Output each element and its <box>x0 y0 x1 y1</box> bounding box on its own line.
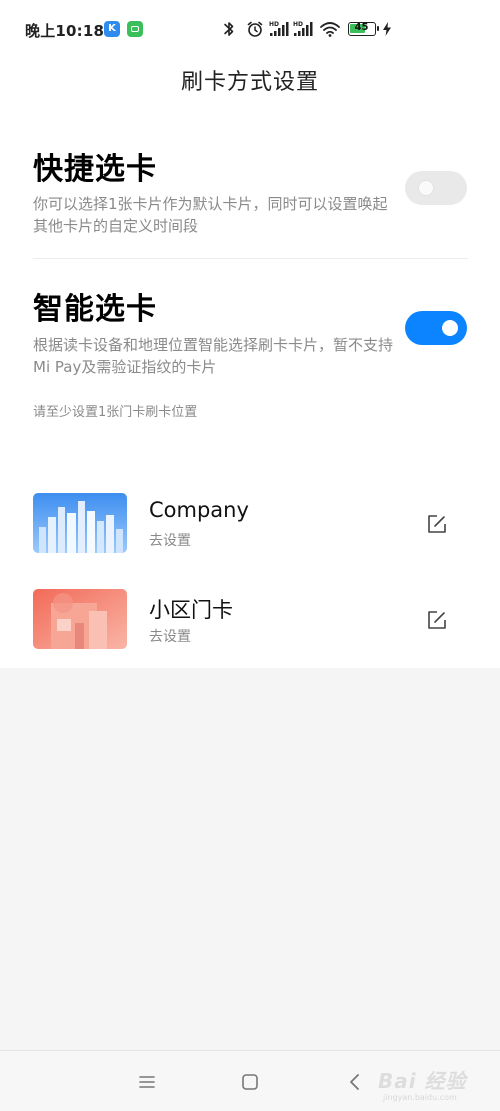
card-name: Company <box>149 498 249 522</box>
quick-select-description: 你可以选择1张卡片作为默认卡片，同时可以设置唤起其他卡片的自定义时间段 <box>33 195 388 235</box>
app-wechat-icon <box>127 21 143 37</box>
quick-select-title: 快捷选卡 <box>33 152 157 187</box>
svg-text:HD: HD <box>269 21 279 28</box>
screen: 晚上10:18 K HD HD 45 刷卡方式设置 快捷选卡 你可以选择1张卡片… <box>0 0 500 1111</box>
status-bar: 晚上10:18 K HD HD 45 <box>0 0 500 58</box>
community-card-thumbnail <box>33 589 127 649</box>
watermark-text: Bai 经验 <box>378 1069 467 1093</box>
smart-select-hint: 请至少设置1张门卡刷卡位置 <box>33 405 198 420</box>
menu-icon[interactable] <box>136 1071 158 1093</box>
signal-hd-icon: HD <box>293 21 313 36</box>
company-card-thumbnail <box>33 493 127 553</box>
bluetooth-icon <box>224 22 234 36</box>
battery-icon: 45 <box>348 22 379 36</box>
card-setup-link[interactable]: 去设置 <box>149 626 191 646</box>
wifi-icon <box>320 22 340 37</box>
card-row-community[interactable]: 小区门卡 去设置 <box>0 589 500 659</box>
toggle-knob <box>442 320 458 336</box>
svg-text:HD: HD <box>293 21 303 28</box>
home-icon[interactable] <box>239 1071 261 1093</box>
divider <box>33 258 468 259</box>
watermark-url: jingyan.baidu.com <box>383 1093 457 1102</box>
charging-icon <box>383 22 391 36</box>
card-setup-link[interactable]: 去设置 <box>149 530 191 550</box>
edit-icon[interactable] <box>426 513 448 535</box>
alarm-icon <box>247 21 263 37</box>
content-area: 晚上10:18 K HD HD 45 刷卡方式设置 快捷选卡 你可以选择1张卡片… <box>0 0 500 668</box>
signal-hd-icon: HD <box>269 21 289 36</box>
page-title: 刷卡方式设置 <box>180 70 319 95</box>
smart-select-title: 智能选卡 <box>33 292 157 327</box>
card-name: 小区门卡 <box>149 598 233 622</box>
edit-icon[interactable] <box>426 609 448 631</box>
app-k-icon: K <box>104 21 120 37</box>
smart-select-toggle[interactable] <box>405 311 467 345</box>
watermark-logo: Bai 经验 jingyan.baidu.com <box>378 1055 498 1105</box>
back-icon[interactable] <box>344 1071 366 1093</box>
status-time: 晚上10:18 <box>25 22 105 40</box>
battery-level: 45 <box>354 22 369 33</box>
card-row-company[interactable]: Company 去设置 <box>0 493 500 563</box>
toggle-knob <box>418 180 434 196</box>
smart-select-description: 根据读卡设备和地理位置智能选择刷卡卡片，暂不支持Mi Pay及需验证指纹的卡片 <box>33 336 394 376</box>
quick-select-toggle[interactable] <box>405 171 467 205</box>
